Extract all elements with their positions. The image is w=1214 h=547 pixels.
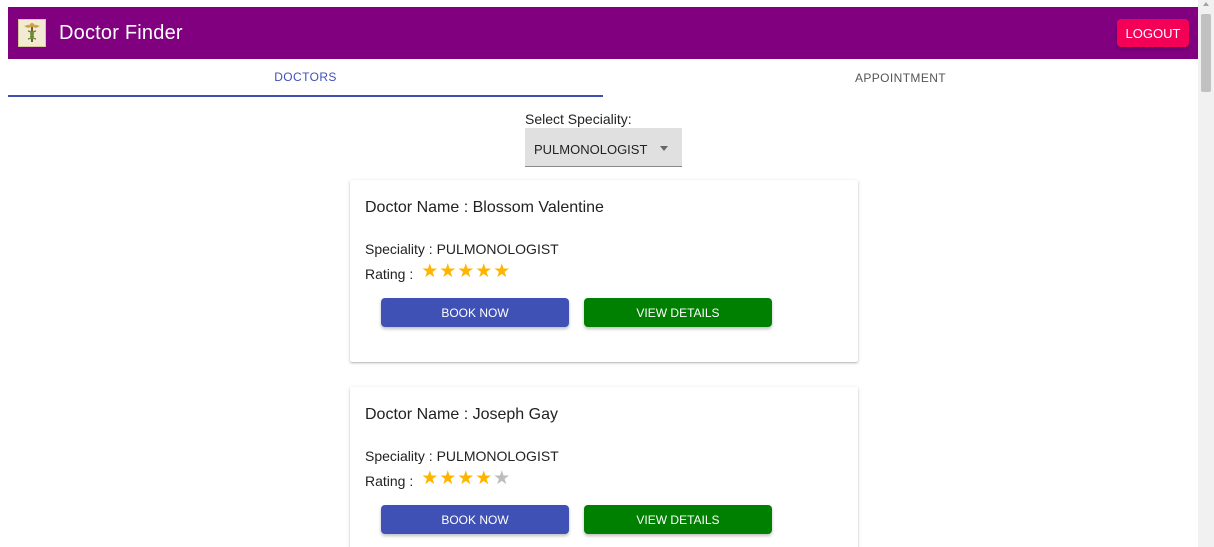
- book-now-button[interactable]: BOOK NOW: [381, 505, 569, 534]
- star-empty-icon: ★: [493, 467, 511, 489]
- window-top-strip: [0, 0, 1214, 7]
- doctor-name: Doctor Name : Blossom Valentine: [365, 199, 604, 216]
- doctor-card: Doctor Name : Blossom Valentine Speciali…: [350, 180, 858, 362]
- rating-label: Rating :: [365, 473, 414, 489]
- star-filled-icon: ★: [421, 260, 439, 282]
- rating-stars: ★ ★ ★ ★ ★: [421, 469, 511, 488]
- speciality-select-label: Select Speciality:: [525, 111, 632, 127]
- scroll-up-arrow-icon[interactable]: [1203, 2, 1209, 6]
- caduceus-icon: [18, 19, 46, 47]
- doctor-speciality: Speciality : PULMONOLOGIST: [365, 448, 559, 464]
- star-filled-icon: ★: [457, 467, 475, 489]
- rating-stars: ★ ★ ★ ★ ★: [421, 262, 511, 281]
- tab-bar: DOCTORS APPOINTMENT: [8, 59, 1198, 97]
- star-filled-icon: ★: [475, 260, 493, 282]
- star-filled-icon: ★: [439, 467, 457, 489]
- tab-appointment[interactable]: APPOINTMENT: [603, 59, 1198, 97]
- star-filled-icon: ★: [457, 260, 475, 282]
- doctor-card: Doctor Name : Joseph Gay Speciality : PU…: [350, 387, 858, 547]
- book-now-button[interactable]: BOOK NOW: [381, 298, 569, 327]
- app-title: Doctor Finder: [59, 21, 183, 44]
- doctor-rating: Rating : ★ ★ ★ ★ ★: [365, 467, 511, 490]
- speciality-select-value: PULMONOLOGIST: [534, 141, 648, 157]
- app-bar: Doctor Finder LOGOUT: [8, 7, 1198, 59]
- star-filled-icon: ★: [493, 260, 511, 282]
- doctor-rating: Rating : ★ ★ ★ ★ ★: [365, 260, 511, 283]
- rating-label: Rating :: [365, 266, 414, 282]
- speciality-select[interactable]: PULMONOLOGIST: [525, 128, 682, 167]
- star-filled-icon: ★: [421, 467, 439, 489]
- tab-doctors[interactable]: DOCTORS: [8, 59, 603, 97]
- doctor-speciality: Speciality : PULMONOLOGIST: [365, 241, 559, 257]
- star-filled-icon: ★: [475, 467, 493, 489]
- view-details-button[interactable]: VIEW DETAILS: [584, 505, 772, 534]
- logout-button[interactable]: LOGOUT: [1117, 19, 1189, 47]
- view-details-button[interactable]: VIEW DETAILS: [584, 298, 772, 327]
- star-filled-icon: ★: [439, 260, 457, 282]
- doctor-name: Doctor Name : Joseph Gay: [365, 406, 558, 423]
- chevron-down-icon: [660, 146, 668, 151]
- vertical-scrollbar[interactable]: [1198, 0, 1214, 547]
- scroll-thumb[interactable]: [1201, 14, 1211, 92]
